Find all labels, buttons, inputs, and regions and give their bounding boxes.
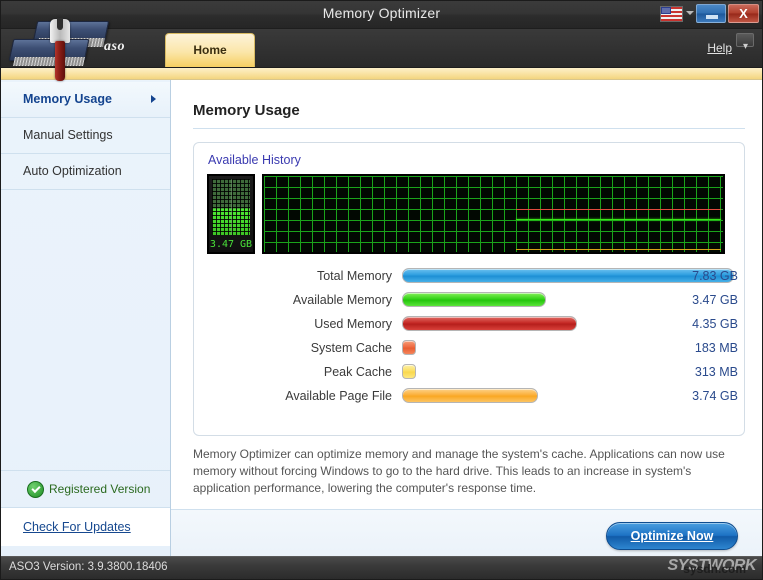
sidebar-item-memory-usage[interactable]: Memory Usage — [1, 82, 170, 118]
sidebar: Memory Usage Manual Settings Auto Optimi… — [1, 80, 171, 570]
panel-tab-available[interactable]: Available — [208, 153, 259, 167]
us-flag-icon[interactable] — [660, 6, 683, 22]
gauge-value-label: 3.47 GB — [209, 239, 253, 250]
sidebar-item-manual-settings[interactable]: Manual Settings — [1, 118, 170, 154]
optimize-now-button[interactable]: Optimize Now — [606, 522, 738, 550]
stat-row-used-memory: Used Memory 4.35 GB — [202, 313, 738, 337]
panel-tab-history[interactable]: History — [262, 153, 301, 167]
stat-label: System Cache — [202, 341, 392, 355]
sidebar-item-label: Memory Usage — [23, 92, 112, 106]
stat-value: 4.35 GB — [654, 317, 738, 331]
window-title: Memory Optimizer — [1, 5, 762, 21]
stat-bar — [402, 388, 538, 403]
tab-home[interactable]: Home — [165, 33, 255, 67]
stat-label: Available Memory — [202, 293, 392, 307]
stat-label: Used Memory — [202, 317, 392, 331]
graph-line-page-file — [516, 249, 721, 250]
chevron-right-icon — [151, 95, 156, 103]
sidebar-item-label: Auto Optimization — [23, 164, 122, 178]
memory-optimizer-window: Memory Optimizer X aso Home Help ▾ Memor… — [0, 0, 763, 580]
status-bar: ASO3 Version: 3.9.3800.18406 SYSTWORK sy… — [1, 556, 762, 579]
page-title: Memory Usage — [193, 102, 300, 119]
title-divider — [193, 128, 745, 129]
graph-line-used-memory — [516, 209, 721, 210]
stat-row-peak-cache: Peak Cache 313 MB — [202, 361, 738, 385]
stat-label: Peak Cache — [202, 365, 392, 379]
check-for-updates-link[interactable]: Check For Updates — [23, 520, 131, 534]
green-check-icon — [27, 481, 44, 498]
app-header: aso Home Help ▾ — [1, 29, 762, 68]
stat-bar — [402, 340, 416, 355]
header-gold-strip — [1, 68, 762, 80]
version-label: ASO3 Version: 3.9.3800.18406 — [9, 561, 168, 573]
stat-value: 7.83 GB — [654, 269, 738, 283]
stat-label: Available Page File — [202, 389, 392, 403]
close-icon: X — [729, 6, 758, 21]
stat-value: 313 MB — [654, 365, 738, 379]
stat-value: 183 MB — [654, 341, 738, 355]
title-bar: Memory Optimizer X — [1, 1, 762, 29]
memory-usage-card: Available History 3.47 GB — [193, 142, 745, 436]
memory-history-graph — [262, 174, 725, 254]
sidebar-item-auto-optimization[interactable]: Auto Optimization — [1, 154, 170, 190]
stat-bar — [402, 316, 577, 331]
graph-line-available-memory — [516, 219, 721, 220]
stat-row-system-cache: System Cache 183 MB — [202, 337, 738, 361]
registered-version-status: Registered Version — [1, 470, 170, 507]
registered-version-label: Registered Version — [49, 482, 150, 496]
language-chevron-down-icon[interactable] — [686, 11, 694, 15]
gauge-divider — [231, 179, 232, 235]
help-link[interactable]: Help — [707, 41, 732, 55]
tab-home-label: Home — [166, 43, 254, 57]
sidebar-footer: Registered Version Check For Updates — [1, 470, 170, 546]
help-chevron-down-icon[interactable]: ▾ — [743, 41, 748, 52]
description-text: Memory Optimizer can optimize memory and… — [193, 446, 745, 497]
stat-bar — [402, 364, 416, 379]
stat-value: 3.74 GB — [654, 389, 738, 403]
available-memory-gauge: 3.47 GB — [207, 174, 255, 254]
close-button[interactable]: X — [728, 4, 759, 23]
stat-row-available-page-file: Available Page File 3.74 GB — [202, 385, 738, 409]
stat-value: 3.47 GB — [654, 293, 738, 307]
watermark-sysdn: sysdn.com — [683, 562, 746, 576]
sidebar-item-label: Manual Settings — [23, 128, 113, 142]
app-body: Memory Usage Manual Settings Auto Optimi… — [1, 80, 762, 570]
stat-row-available-memory: Available Memory 3.47 GB — [202, 289, 738, 313]
brand-label: aso — [104, 39, 125, 55]
main-pane: Memory Usage Available History 3.47 GB — [171, 80, 762, 570]
memory-stats-list: Total Memory 7.83 GB Available Memory 3.… — [202, 265, 738, 409]
graph-grid — [264, 176, 723, 252]
stat-bar — [402, 292, 546, 307]
stat-row-total-memory: Total Memory 7.83 GB — [202, 265, 738, 289]
check-for-updates-row[interactable]: Check For Updates — [1, 507, 170, 546]
optimize-now-label: Optimize Now — [607, 529, 737, 543]
stat-label: Total Memory — [202, 269, 392, 283]
minimize-button[interactable] — [696, 4, 726, 23]
